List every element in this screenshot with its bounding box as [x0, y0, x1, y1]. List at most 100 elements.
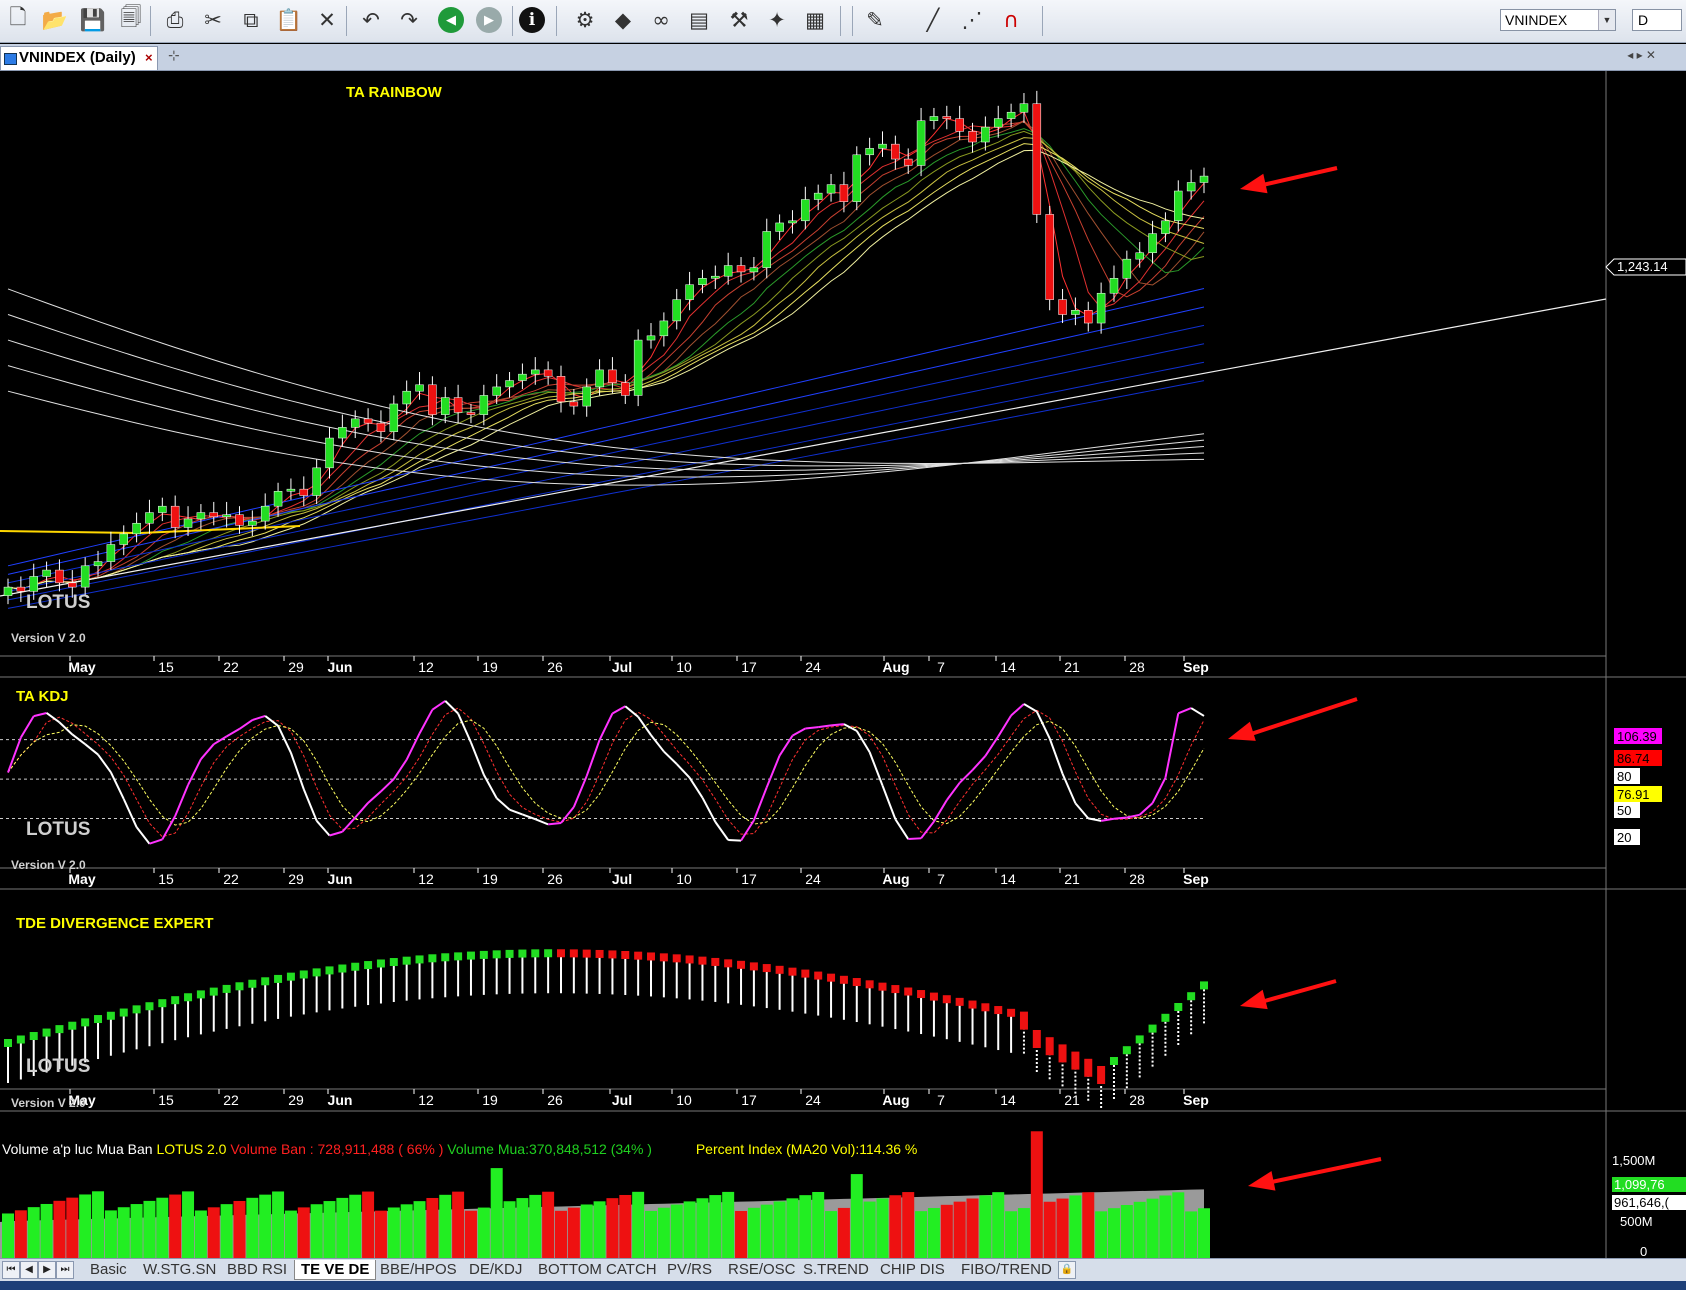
indicator-icon[interactable]: ⚙: [570, 5, 600, 35]
period-select[interactable]: D: [1632, 9, 1682, 31]
kdj-k-segment: [135, 826, 151, 845]
divergence-marker: [94, 1015, 103, 1024]
back-icon[interactable]: ◀: [438, 7, 464, 33]
tab-rse-osc[interactable]: RSE/OSC: [728, 1260, 796, 1279]
divergence-marker: [119, 1008, 128, 1017]
chart-export-icon[interactable]: ▦: [800, 5, 830, 35]
symbol-select[interactable]: VNINDEX ▼: [1500, 9, 1616, 31]
time-axis-label: Aug: [882, 1092, 909, 1108]
chevron-down-icon[interactable]: ▼: [1598, 10, 1615, 30]
divergence-marker: [1019, 1011, 1028, 1030]
divergence-marker: [351, 962, 360, 971]
magnet-icon[interactable]: ∩: [996, 5, 1026, 35]
line-icon[interactable]: ╱: [918, 5, 948, 35]
candle-body: [916, 120, 926, 166]
open-folder-icon[interactable]: 📂: [40, 5, 70, 35]
tab-bbd-rsi[interactable]: BBD RSI: [227, 1260, 287, 1279]
tab-basic[interactable]: Basic: [90, 1260, 127, 1279]
paste-icon[interactable]: 📋: [274, 5, 304, 35]
candle-body: [813, 192, 823, 200]
divergence-marker: [261, 977, 270, 986]
arrow-head: [1240, 173, 1268, 194]
candle-body: [633, 339, 643, 396]
tools-icon[interactable]: ✦: [762, 5, 792, 35]
divergence-marker: [672, 954, 681, 963]
delete-icon[interactable]: ✕: [312, 5, 342, 35]
print-icon[interactable]: ⎙: [160, 5, 190, 35]
volume-bar: [1172, 1192, 1185, 1258]
pen-icon[interactable]: ✎: [860, 5, 890, 35]
kdj-k-segment: [971, 755, 987, 771]
glasses-icon[interactable]: ∞: [646, 5, 676, 35]
volume-bar: [92, 1191, 105, 1258]
copy-icon[interactable]: ⧉: [236, 5, 266, 35]
envelope-line: [7, 339, 1205, 472]
kdj-k-segment: [84, 743, 99, 756]
tab-chip-dis[interactable]: CHIP DIS: [880, 1260, 945, 1279]
tab-fibo-trend[interactable]: FIBO/TREND: [961, 1260, 1052, 1279]
volume-bar: [220, 1204, 233, 1258]
divergence-marker: [955, 997, 964, 1006]
first-tab-icon[interactable]: ⏮: [2, 1261, 20, 1279]
next-tab-icon[interactable]: ▶: [38, 1261, 56, 1279]
divergence-marker: [595, 949, 604, 958]
volume-bar: [387, 1207, 400, 1258]
redo-icon[interactable]: ↷: [394, 5, 424, 35]
tab-te-ve-de[interactable]: TE VE DE: [294, 1260, 377, 1280]
tab-vnindex-daily[interactable]: VNINDEX (Daily) ×: [0, 46, 158, 70]
new-file-icon[interactable]: 🗋: [3, 5, 33, 35]
kdj-k-segment: [1074, 802, 1090, 820]
save-all-icon[interactable]: 🗐: [116, 5, 146, 35]
divergence-marker: [492, 950, 501, 959]
kdj-k-segment: [585, 739, 601, 777]
time-axis-label: 21: [1064, 1092, 1080, 1108]
volume-bar: [439, 1194, 452, 1258]
kdj-k-segment: [354, 802, 369, 819]
candle-body: [145, 512, 154, 524]
close-icon[interactable]: ×: [145, 47, 153, 69]
volume-axis-label: 961,646,(: [1614, 1195, 1670, 1210]
kdj-k-segment: [289, 752, 305, 790]
candle-body: [312, 467, 321, 496]
cut-icon[interactable]: ✂: [198, 5, 228, 35]
tab-s-trend[interactable]: S.TREND: [803, 1260, 869, 1279]
lock-icon[interactable]: 🔒: [1058, 1261, 1076, 1279]
analysis-icon[interactable]: ◆: [608, 5, 638, 35]
dotted-line-icon[interactable]: ⋰: [957, 5, 987, 35]
tab-w-stg-sn[interactable]: W.STG.SN: [143, 1260, 216, 1279]
volume-bar: [606, 1198, 619, 1258]
forward-icon[interactable]: ▶: [476, 7, 502, 33]
divergence-marker: [441, 953, 450, 962]
volume-bar: [992, 1192, 1005, 1258]
tab-de-kdj[interactable]: DE/KDJ: [469, 1260, 522, 1279]
chart-area[interactable]: MayMayMay151515222222292929JunJunJun1212…: [0, 71, 1686, 1258]
volume-bar: [722, 1191, 735, 1258]
last-tab-icon[interactable]: ⏭: [56, 1261, 74, 1279]
candle-body: [608, 369, 617, 383]
pin-icon[interactable]: ⊹: [168, 47, 180, 64]
candle-body: [968, 131, 977, 143]
candle-body: [273, 491, 283, 507]
divergence-marker: [325, 966, 334, 975]
undo-icon[interactable]: ↶: [356, 5, 386, 35]
volume-bar: [400, 1204, 413, 1258]
time-axis-label: 29: [288, 659, 304, 675]
tab-scroll-arrows[interactable]: ◂ ▸ ✕: [1627, 48, 1656, 62]
candle-body: [582, 386, 591, 407]
save-icon[interactable]: 💾: [78, 5, 108, 35]
toolbar-separator: [1042, 6, 1043, 36]
template-icon[interactable]: ▤: [684, 5, 714, 35]
tab-bottom-catch[interactable]: BOTTOM CATCH: [538, 1260, 657, 1279]
candle-body: [235, 514, 244, 526]
time-axis-label: 15: [158, 1092, 174, 1108]
kdj-k-segment: [367, 790, 382, 804]
info-icon[interactable]: ℹ: [519, 7, 545, 33]
divergence-marker: [389, 958, 398, 967]
prev-tab-icon[interactable]: ◀: [20, 1261, 38, 1279]
kdj-k-segment: [1100, 817, 1115, 822]
time-axis-label: Jul: [612, 1092, 632, 1108]
tab-bbe-hpos[interactable]: BBE/HPOS: [380, 1260, 457, 1279]
kdj-k-segment: [302, 788, 318, 822]
hammer-icon[interactable]: ⚒: [724, 5, 754, 35]
tab-pv-rs[interactable]: PV/RS: [667, 1260, 712, 1279]
